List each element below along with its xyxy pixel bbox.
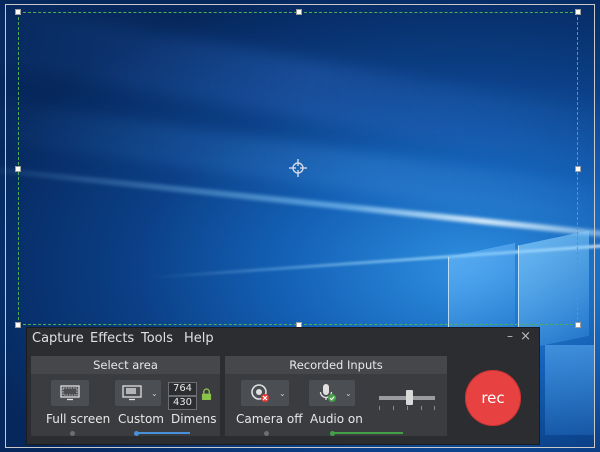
full-screen-button[interactable] (51, 380, 89, 406)
width-input[interactable]: 764 (168, 382, 197, 396)
custom-label: Custom (118, 412, 164, 426)
resize-handle-middle-left[interactable] (15, 166, 21, 172)
slider-tick (407, 406, 408, 410)
resize-handle-top-right[interactable] (575, 9, 581, 15)
select-area-title: Select area (31, 356, 220, 374)
height-input[interactable]: 430 (168, 396, 197, 410)
audio-indicator-dot (330, 431, 335, 436)
slider-tick (393, 406, 394, 410)
recorded-inputs-title: Recorded Inputs (225, 356, 447, 374)
lock-icon[interactable] (201, 388, 212, 401)
camera-label: Camera off (236, 412, 303, 426)
resize-handle-bottom-left[interactable] (15, 322, 21, 328)
audio-label: Audio on (310, 412, 363, 426)
minimize-button[interactable]: – (507, 329, 513, 343)
slider-tick (379, 406, 380, 410)
monitor-icon (60, 385, 80, 401)
audio-underline (331, 432, 403, 434)
record-button[interactable]: rec (465, 370, 521, 426)
move-crosshair-icon[interactable] (288, 158, 308, 178)
full-screen-indicator-dot (70, 431, 75, 436)
resize-handle-top-left[interactable] (15, 9, 21, 15)
slider-tick (434, 406, 435, 410)
webcam-off-icon (251, 384, 269, 402)
menu-tools[interactable]: Tools (141, 331, 173, 346)
recorder-toolbar: Capture Effects Tools Help – × Select ar… (27, 328, 539, 444)
chevron-down-icon[interactable]: ⌄ (151, 390, 158, 398)
menu-capture[interactable]: Capture (32, 331, 84, 346)
custom-indicator-dot (134, 431, 139, 436)
dimensions-label: Dimens (171, 412, 217, 426)
volume-slider-thumb[interactable] (406, 390, 414, 405)
chevron-down-icon[interactable]: ⌄ (345, 390, 352, 398)
resize-handle-top-center[interactable] (296, 9, 302, 15)
full-screen-label: Full screen (46, 412, 111, 426)
camera-indicator-dot (264, 431, 269, 436)
close-button[interactable]: × (520, 329, 531, 344)
slider-tick (421, 406, 422, 410)
chevron-down-icon[interactable]: ⌄ (279, 390, 286, 398)
audio-toggle-button[interactable]: ⌄ (309, 380, 355, 406)
microphone-on-icon (319, 384, 336, 402)
menu-effects[interactable]: Effects (90, 331, 134, 346)
resize-handle-middle-right[interactable] (575, 166, 581, 172)
camera-toggle-button[interactable]: ⌄ (241, 380, 289, 406)
select-area-panel: Select area Full screen ⌄ Custom 764 430… (31, 356, 220, 436)
custom-area-button[interactable]: ⌄ (115, 380, 161, 406)
window-pane-lower (545, 345, 595, 435)
menu-bar: Capture Effects Tools Help – × (27, 328, 539, 350)
resize-handle-bottom-right[interactable] (575, 322, 581, 328)
menu-help[interactable]: Help (184, 331, 214, 346)
custom-region-icon (122, 385, 142, 401)
custom-underline (135, 432, 190, 434)
